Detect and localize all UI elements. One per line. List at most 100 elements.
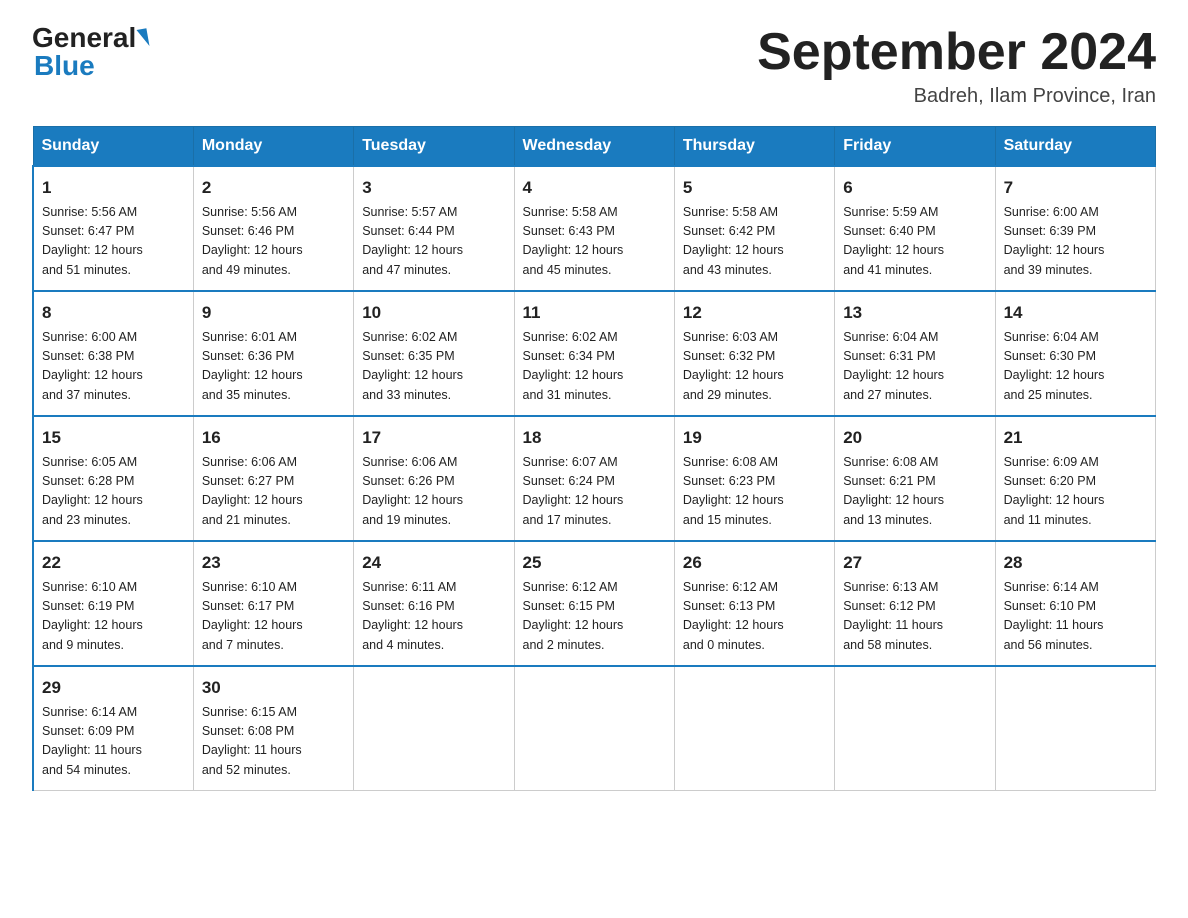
calendar-cell: 23Sunrise: 6:10 AMSunset: 6:17 PMDayligh… — [193, 541, 353, 666]
calendar-cell: 28Sunrise: 6:14 AMSunset: 6:10 PMDayligh… — [995, 541, 1155, 666]
day-info: Sunrise: 6:01 AMSunset: 6:36 PMDaylight:… — [202, 328, 345, 406]
calendar-week-row: 8Sunrise: 6:00 AMSunset: 6:38 PMDaylight… — [33, 291, 1156, 416]
calendar-cell: 6Sunrise: 5:59 AMSunset: 6:40 PMDaylight… — [835, 166, 995, 291]
day-number: 21 — [1004, 425, 1147, 451]
day-info: Sunrise: 6:12 AMSunset: 6:15 PMDaylight:… — [523, 578, 666, 656]
calendar-cell — [835, 666, 995, 791]
day-number: 20 — [843, 425, 986, 451]
day-info: Sunrise: 5:59 AMSunset: 6:40 PMDaylight:… — [843, 203, 986, 281]
calendar-cell — [354, 666, 514, 791]
day-info: Sunrise: 6:09 AMSunset: 6:20 PMDaylight:… — [1004, 453, 1147, 531]
calendar-table: SundayMondayTuesdayWednesdayThursdayFrid… — [32, 126, 1156, 791]
page-title: September 2024 — [757, 24, 1156, 81]
calendar-cell: 25Sunrise: 6:12 AMSunset: 6:15 PMDayligh… — [514, 541, 674, 666]
day-info: Sunrise: 5:58 AMSunset: 6:43 PMDaylight:… — [523, 203, 666, 281]
calendar-cell: 14Sunrise: 6:04 AMSunset: 6:30 PMDayligh… — [995, 291, 1155, 416]
calendar-cell: 13Sunrise: 6:04 AMSunset: 6:31 PMDayligh… — [835, 291, 995, 416]
day-number: 8 — [42, 300, 185, 326]
logo: General Blue — [32, 24, 148, 80]
day-number: 26 — [683, 550, 826, 576]
day-info: Sunrise: 6:06 AMSunset: 6:27 PMDaylight:… — [202, 453, 345, 531]
calendar-cell — [995, 666, 1155, 791]
calendar-cell: 9Sunrise: 6:01 AMSunset: 6:36 PMDaylight… — [193, 291, 353, 416]
header-day-wednesday: Wednesday — [514, 127, 674, 167]
day-number: 29 — [42, 675, 185, 701]
calendar-cell: 30Sunrise: 6:15 AMSunset: 6:08 PMDayligh… — [193, 666, 353, 791]
day-number: 16 — [202, 425, 345, 451]
header-day-monday: Monday — [193, 127, 353, 167]
calendar-cell: 1Sunrise: 5:56 AMSunset: 6:47 PMDaylight… — [33, 166, 193, 291]
header-day-friday: Friday — [835, 127, 995, 167]
page-header: General Blue September 2024 Badreh, Ilam… — [32, 24, 1156, 108]
day-info: Sunrise: 6:15 AMSunset: 6:08 PMDaylight:… — [202, 703, 345, 781]
calendar-cell: 29Sunrise: 6:14 AMSunset: 6:09 PMDayligh… — [33, 666, 193, 791]
day-number: 22 — [42, 550, 185, 576]
day-number: 30 — [202, 675, 345, 701]
day-number: 4 — [523, 175, 666, 201]
day-info: Sunrise: 6:08 AMSunset: 6:21 PMDaylight:… — [843, 453, 986, 531]
calendar-cell: 26Sunrise: 6:12 AMSunset: 6:13 PMDayligh… — [674, 541, 834, 666]
header-day-sunday: Sunday — [33, 127, 193, 167]
day-info: Sunrise: 6:04 AMSunset: 6:30 PMDaylight:… — [1004, 328, 1147, 406]
calendar-cell: 20Sunrise: 6:08 AMSunset: 6:21 PMDayligh… — [835, 416, 995, 541]
header-day-saturday: Saturday — [995, 127, 1155, 167]
calendar-cell: 15Sunrise: 6:05 AMSunset: 6:28 PMDayligh… — [33, 416, 193, 541]
header-day-thursday: Thursday — [674, 127, 834, 167]
calendar-week-row: 29Sunrise: 6:14 AMSunset: 6:09 PMDayligh… — [33, 666, 1156, 791]
day-number: 10 — [362, 300, 505, 326]
day-info: Sunrise: 6:00 AMSunset: 6:39 PMDaylight:… — [1004, 203, 1147, 281]
day-info: Sunrise: 5:58 AMSunset: 6:42 PMDaylight:… — [683, 203, 826, 281]
calendar-cell: 21Sunrise: 6:09 AMSunset: 6:20 PMDayligh… — [995, 416, 1155, 541]
day-number: 1 — [42, 175, 185, 201]
calendar-cell: 12Sunrise: 6:03 AMSunset: 6:32 PMDayligh… — [674, 291, 834, 416]
day-info: Sunrise: 6:02 AMSunset: 6:35 PMDaylight:… — [362, 328, 505, 406]
day-number: 9 — [202, 300, 345, 326]
day-number: 6 — [843, 175, 986, 201]
calendar-cell: 17Sunrise: 6:06 AMSunset: 6:26 PMDayligh… — [354, 416, 514, 541]
calendar-cell: 7Sunrise: 6:00 AMSunset: 6:39 PMDaylight… — [995, 166, 1155, 291]
calendar-cell: 4Sunrise: 5:58 AMSunset: 6:43 PMDaylight… — [514, 166, 674, 291]
calendar-cell: 10Sunrise: 6:02 AMSunset: 6:35 PMDayligh… — [354, 291, 514, 416]
day-number: 28 — [1004, 550, 1147, 576]
day-number: 23 — [202, 550, 345, 576]
day-number: 25 — [523, 550, 666, 576]
calendar-cell: 3Sunrise: 5:57 AMSunset: 6:44 PMDaylight… — [354, 166, 514, 291]
calendar-cell: 27Sunrise: 6:13 AMSunset: 6:12 PMDayligh… — [835, 541, 995, 666]
day-info: Sunrise: 5:57 AMSunset: 6:44 PMDaylight:… — [362, 203, 505, 281]
calendar-week-row: 22Sunrise: 6:10 AMSunset: 6:19 PMDayligh… — [33, 541, 1156, 666]
day-number: 7 — [1004, 175, 1147, 201]
header-day-tuesday: Tuesday — [354, 127, 514, 167]
calendar-week-row: 1Sunrise: 5:56 AMSunset: 6:47 PMDaylight… — [33, 166, 1156, 291]
day-info: Sunrise: 6:02 AMSunset: 6:34 PMDaylight:… — [523, 328, 666, 406]
day-number: 24 — [362, 550, 505, 576]
day-info: Sunrise: 6:04 AMSunset: 6:31 PMDaylight:… — [843, 328, 986, 406]
calendar-cell: 24Sunrise: 6:11 AMSunset: 6:16 PMDayligh… — [354, 541, 514, 666]
day-number: 13 — [843, 300, 986, 326]
calendar-cell — [514, 666, 674, 791]
day-number: 17 — [362, 425, 505, 451]
logo-blue: Blue — [34, 50, 95, 81]
day-info: Sunrise: 6:03 AMSunset: 6:32 PMDaylight:… — [683, 328, 826, 406]
logo-general: General — [32, 24, 136, 52]
calendar-cell: 18Sunrise: 6:07 AMSunset: 6:24 PMDayligh… — [514, 416, 674, 541]
day-info: Sunrise: 6:07 AMSunset: 6:24 PMDaylight:… — [523, 453, 666, 531]
day-info: Sunrise: 6:14 AMSunset: 6:09 PMDaylight:… — [42, 703, 185, 781]
day-info: Sunrise: 6:12 AMSunset: 6:13 PMDaylight:… — [683, 578, 826, 656]
day-number: 14 — [1004, 300, 1147, 326]
day-number: 27 — [843, 550, 986, 576]
day-number: 18 — [523, 425, 666, 451]
day-info: Sunrise: 6:13 AMSunset: 6:12 PMDaylight:… — [843, 578, 986, 656]
day-number: 11 — [523, 300, 666, 326]
day-info: Sunrise: 6:05 AMSunset: 6:28 PMDaylight:… — [42, 453, 185, 531]
calendar-cell: 11Sunrise: 6:02 AMSunset: 6:34 PMDayligh… — [514, 291, 674, 416]
calendar-cell: 5Sunrise: 5:58 AMSunset: 6:42 PMDaylight… — [674, 166, 834, 291]
day-info: Sunrise: 6:10 AMSunset: 6:19 PMDaylight:… — [42, 578, 185, 656]
calendar-week-row: 15Sunrise: 6:05 AMSunset: 6:28 PMDayligh… — [33, 416, 1156, 541]
calendar-cell: 8Sunrise: 6:00 AMSunset: 6:38 PMDaylight… — [33, 291, 193, 416]
title-block: September 2024 Badreh, Ilam Province, Ir… — [757, 24, 1156, 108]
calendar-cell: 19Sunrise: 6:08 AMSunset: 6:23 PMDayligh… — [674, 416, 834, 541]
day-number: 3 — [362, 175, 505, 201]
day-info: Sunrise: 5:56 AMSunset: 6:47 PMDaylight:… — [42, 203, 185, 281]
page-location: Badreh, Ilam Province, Iran — [757, 85, 1156, 108]
day-info: Sunrise: 5:56 AMSunset: 6:46 PMDaylight:… — [202, 203, 345, 281]
